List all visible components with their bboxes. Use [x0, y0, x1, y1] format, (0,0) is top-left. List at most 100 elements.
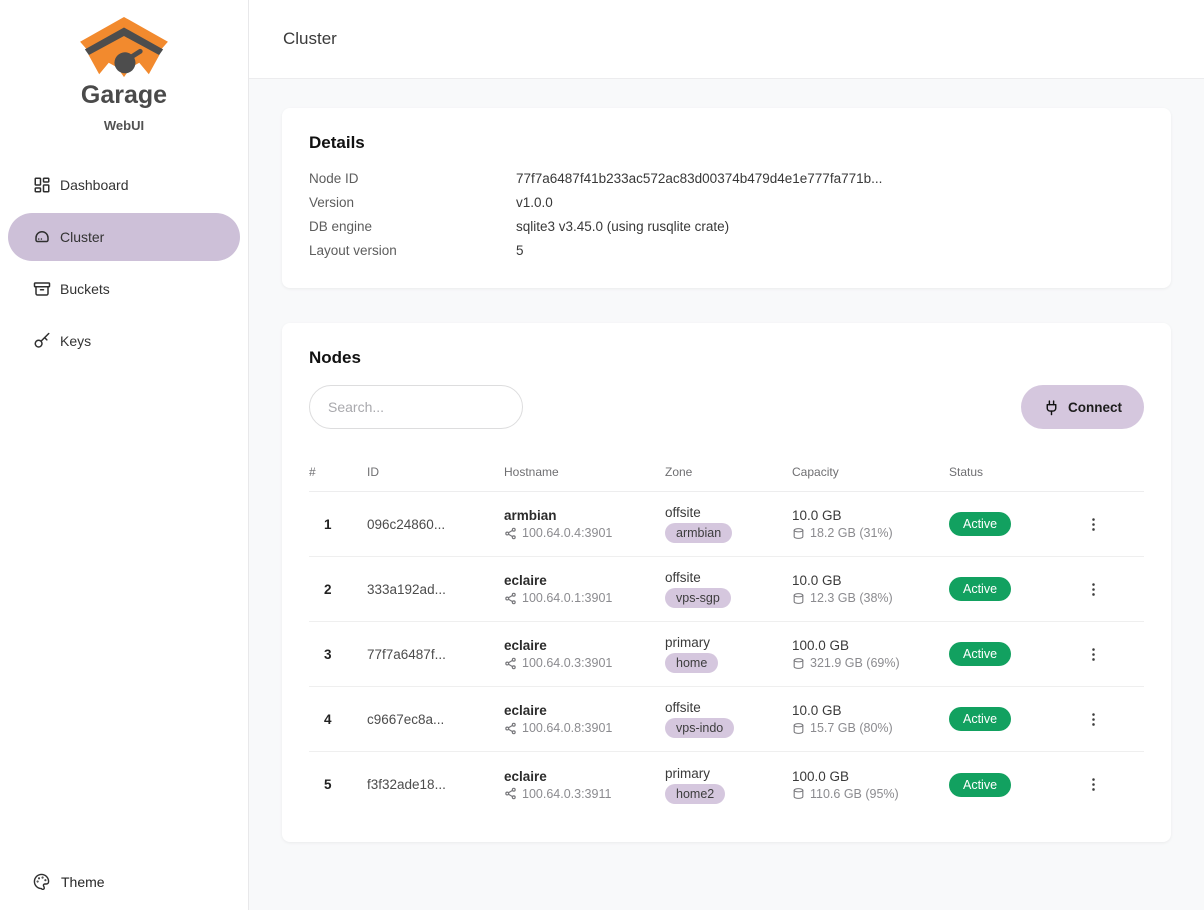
sidebar-item[interactable]: Buckets	[8, 265, 240, 313]
status-badge: Active	[949, 512, 1011, 536]
node-zone-cell: offsite vps-sgp	[665, 570, 792, 608]
node-number: 1	[309, 517, 367, 532]
node-zone: primary	[665, 766, 792, 781]
node-id: 096c24860...	[367, 517, 504, 532]
cluster-icon	[33, 228, 51, 246]
detail-value: 77f7a6487f41b233ac572ac83d00374b479d4e1e…	[516, 167, 882, 191]
node-capacity-cell: 10.0 GB 12.3 GB (38%)	[792, 573, 949, 605]
node-address: 100.64.0.3:3911	[522, 787, 611, 801]
status-badge: Active	[949, 577, 1011, 601]
node-capacity-cell: 10.0 GB 15.7 GB (80%)	[792, 703, 949, 735]
search-input[interactable]	[309, 385, 523, 429]
sidebar-item[interactable]: Keys	[8, 317, 240, 365]
drive-icon	[792, 722, 805, 735]
node-id: 77f7a6487f...	[367, 647, 504, 662]
node-capacity-cell: 100.0 GB 110.6 GB (95%)	[792, 769, 949, 801]
sidebar-item[interactable]: Cluster	[8, 213, 240, 261]
node-status-cell: Active	[949, 773, 1064, 797]
more-vertical-icon	[1085, 711, 1102, 728]
node-capacity-cell: 100.0 GB 321.9 GB (69%)	[792, 638, 949, 670]
node-number: 2	[309, 582, 367, 597]
connect-label: Connect	[1068, 400, 1122, 415]
column-header: #	[309, 465, 367, 479]
node-usage: 321.9 GB (69%)	[810, 656, 900, 670]
column-header: Status	[949, 465, 1064, 479]
zone-badge: home2	[665, 784, 725, 804]
sidebar: Garage WebUI Dashboard Cluster Buckets	[0, 0, 249, 910]
table-row: 2 333a192ad... eclaire 100.64.0.1:3901	[309, 557, 1144, 622]
nodes-table: #IDHostnameZoneCapacityStatus 1 096c2486…	[309, 452, 1144, 817]
detail-row: DB engine sqlite3 v3.45.0 (using rusqlit…	[309, 215, 1144, 239]
node-actions-cell	[1064, 509, 1144, 539]
details-list: Node ID 77f7a6487f41b233ac572ac83d00374b…	[309, 167, 1144, 263]
drive-icon	[792, 787, 805, 800]
node-zone-cell: primary home2	[665, 766, 792, 804]
detail-row: Version v1.0.0	[309, 191, 1144, 215]
drive-icon	[792, 592, 805, 605]
app-subtitle: WebUI	[0, 118, 248, 133]
column-header: Zone	[665, 465, 792, 479]
node-status-cell: Active	[949, 707, 1064, 731]
sidebar-item-label: Buckets	[60, 281, 110, 297]
node-address: 100.64.0.8:3901	[522, 721, 612, 735]
palette-icon	[33, 873, 50, 890]
table-row: 4 c9667ec8a... eclaire 100.64.0.8:3901	[309, 687, 1144, 752]
table-row: 1 096c24860... armbian 100.64.0.4:3901	[309, 492, 1144, 557]
app-name: Garage	[0, 81, 248, 110]
status-badge: Active	[949, 642, 1011, 666]
more-vertical-icon	[1085, 516, 1102, 533]
node-address: 100.64.0.4:3901	[522, 526, 612, 540]
main-area: Cluster Details Node ID 77f7a6487f41b233…	[249, 0, 1204, 910]
node-number: 3	[309, 647, 367, 662]
zone-badge: home	[665, 653, 718, 673]
zone-badge: vps-sgp	[665, 588, 731, 608]
node-actions-cell	[1064, 574, 1144, 604]
node-status-cell: Active	[949, 512, 1064, 536]
detail-label: Layout version	[309, 239, 516, 263]
detail-label: Version	[309, 191, 516, 215]
row-menu-button[interactable]	[1078, 770, 1108, 800]
node-address: 100.64.0.3:3901	[522, 656, 612, 670]
row-menu-button[interactable]	[1078, 639, 1108, 669]
drive-icon	[792, 657, 805, 670]
node-hostname: eclaire	[504, 769, 665, 784]
node-actions-cell	[1064, 770, 1144, 800]
node-actions-cell	[1064, 639, 1144, 669]
garage-logo	[0, 0, 248, 79]
nodes-toolbar: Connect	[309, 385, 1144, 429]
node-hostname-cell: eclaire 100.64.0.3:3901	[504, 638, 665, 670]
column-header: ID	[367, 465, 504, 479]
top-bar: Cluster	[249, 0, 1204, 79]
node-capacity: 10.0 GB	[792, 573, 949, 588]
node-usage: 12.3 GB (38%)	[810, 591, 893, 605]
table-row: 3 77f7a6487f... eclaire 100.64.0.3:3901	[309, 622, 1144, 687]
row-menu-button[interactable]	[1078, 574, 1108, 604]
column-header: Capacity	[792, 465, 949, 479]
node-hostname: eclaire	[504, 638, 665, 653]
node-usage: 18.2 GB (31%)	[810, 526, 893, 540]
row-menu-button[interactable]	[1078, 509, 1108, 539]
node-number: 4	[309, 712, 367, 727]
node-hostname: eclaire	[504, 703, 665, 718]
node-hostname-cell: eclaire 100.64.0.1:3901	[504, 573, 665, 605]
node-address: 100.64.0.1:3901	[522, 591, 612, 605]
theme-button[interactable]: Theme	[0, 873, 248, 910]
share-icon	[504, 787, 517, 800]
node-hostname-cell: eclaire 100.64.0.8:3901	[504, 703, 665, 735]
nodes-title: Nodes	[309, 348, 1144, 368]
share-icon	[504, 722, 517, 735]
node-hostname-cell: eclaire 100.64.0.3:3911	[504, 769, 665, 801]
dashboard-icon	[33, 176, 51, 194]
table-header: #IDHostnameZoneCapacityStatus	[309, 452, 1144, 492]
more-vertical-icon	[1085, 581, 1102, 598]
sidebar-item-label: Dashboard	[60, 177, 129, 193]
sidebar-item-label: Cluster	[60, 229, 104, 245]
sidebar-nav: Dashboard Cluster Buckets Keys	[0, 161, 248, 873]
connect-button[interactable]: Connect	[1021, 385, 1144, 429]
node-zone: primary	[665, 635, 792, 650]
node-status-cell: Active	[949, 642, 1064, 666]
row-menu-button[interactable]	[1078, 704, 1108, 734]
node-zone: offsite	[665, 505, 792, 520]
keys-icon	[33, 332, 51, 350]
sidebar-item[interactable]: Dashboard	[8, 161, 240, 209]
